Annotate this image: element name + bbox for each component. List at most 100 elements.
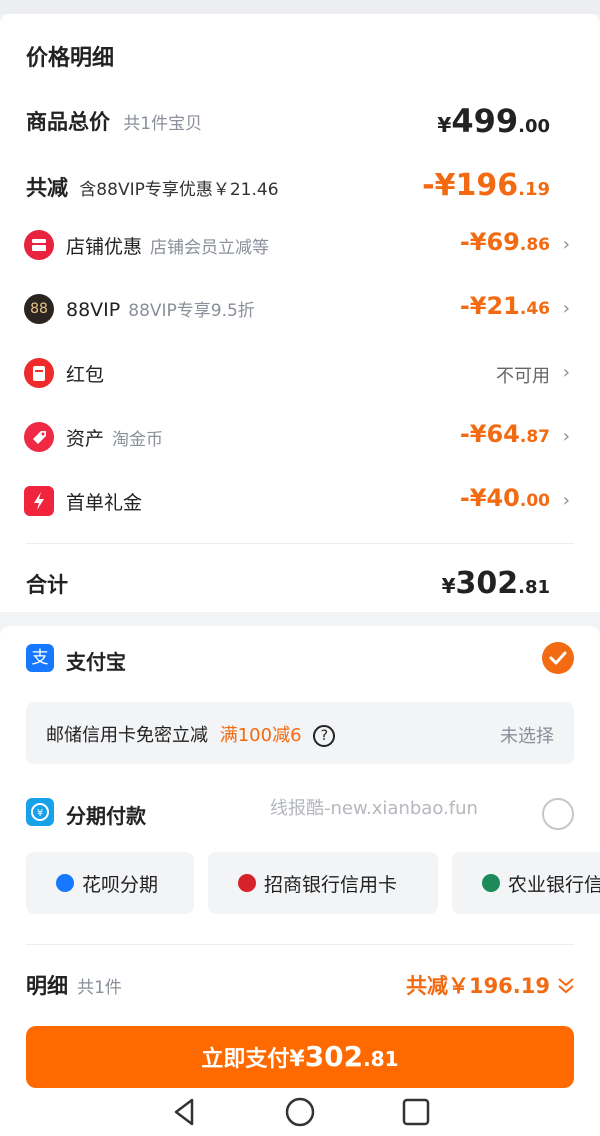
promo-highlight: 满100减6 — [219, 725, 302, 746]
goods-total-sub: 共1件宝贝 — [123, 114, 203, 134]
store-discount-int: -¥69 — [459, 228, 520, 256]
pay-now-button[interactable]: 立即支付¥302.81 — [26, 1026, 574, 1088]
promo-status[interactable]: 未选择 — [500, 722, 554, 748]
check-icon — [549, 651, 567, 665]
discount-row-first-order[interactable]: 首单礼金 -¥40.00 › — [0, 470, 600, 534]
divider — [26, 543, 574, 544]
red-packet-icon — [24, 358, 54, 388]
discount-total-int: -¥196 — [422, 168, 519, 203]
discount-row-assets[interactable]: 资产 淘金币 -¥64.87 › — [0, 406, 600, 470]
coin-tag-icon — [24, 422, 54, 452]
alipay-icon: 支 — [26, 644, 54, 672]
sum-amount: ¥302.81 — [442, 566, 550, 601]
first-order-amount: -¥40.00 — [460, 484, 550, 512]
chevron-right-icon: › — [562, 234, 570, 255]
divider — [26, 944, 574, 945]
detail-label: 明细 — [26, 974, 68, 998]
first-order-gift-icon — [24, 486, 54, 516]
discount-row-store[interactable]: 店铺优惠 店铺会员立减等 -¥69.86 › — [0, 214, 600, 278]
huabei-icon — [56, 874, 74, 892]
currency-symbol: ¥ — [437, 113, 452, 137]
installment-icon: ¥ — [26, 798, 54, 826]
installment-option-label: 花呗分期 — [82, 874, 159, 896]
system-nav-bar — [0, 1090, 600, 1136]
discount-row-label: 红包 — [66, 360, 104, 387]
pay-now-prefix: 立即支付¥ — [201, 1047, 305, 1072]
installment-option-label: 农业银行信 — [508, 874, 600, 896]
assets-sub: 淘金币 — [112, 430, 164, 450]
currency-symbol: ¥ — [441, 574, 456, 598]
discount-total-label: 共减 含88VIP专享优惠￥21.46 — [26, 172, 279, 202]
footer-discount-summary[interactable]: 共减￥196.19 — [406, 970, 550, 1000]
price-detail-card: 价格明细 商品总价 共1件宝贝 ¥499.00 共减 含88VIP专享优惠￥21… — [0, 14, 600, 612]
first-order-int: -¥40 — [459, 484, 520, 512]
promo-box[interactable]: 邮储信用卡免密立减 满100减6 ? 未选择 — [26, 702, 574, 764]
installment-label: 分期付款 — [66, 804, 146, 828]
goods-total-int: 499 — [451, 102, 519, 140]
vip-discount-amount: -¥21.46 — [460, 292, 550, 320]
installment-option-label: 招商银行信用卡 — [264, 874, 398, 896]
goods-total-dec: .00 — [518, 116, 550, 137]
installment-option-cmb[interactable]: 招商银行信用卡 — [208, 852, 438, 914]
svg-text:¥: ¥ — [37, 808, 43, 819]
chevron-right-icon: › — [562, 362, 570, 383]
chevron-right-icon: › — [562, 426, 570, 447]
discount-row-label: 店铺优惠 店铺会员立减等 — [66, 232, 269, 259]
vip-discount-label: 88VIP — [66, 299, 121, 321]
discount-total-title: 共减 — [26, 176, 68, 200]
discount-row-label: 首单礼金 — [66, 488, 142, 515]
pay-now-dec: .81 — [363, 1047, 399, 1071]
discount-row-88vip[interactable]: 88 88VIP 88VIP专享9.5折 -¥21.46 › — [0, 278, 600, 342]
first-order-dec: .00 — [519, 491, 550, 511]
goods-total-title: 商品总价 — [26, 110, 110, 134]
goods-total-amount: ¥499.00 — [437, 102, 550, 140]
vip88-icon: 88 — [24, 294, 54, 324]
discount-total-amount: -¥196.19 — [422, 168, 550, 203]
goods-total-label: 商品总价 共1件宝贝 — [26, 106, 202, 136]
discount-total-dec: .19 — [518, 179, 550, 200]
detail-count: 共1件 — [77, 978, 122, 998]
vip-discount-int: -¥21 — [459, 292, 520, 320]
home-icon[interactable] — [284, 1096, 316, 1128]
sum-label: 合计 — [26, 573, 68, 597]
footer-detail[interactable]: 明细 共1件 — [26, 970, 122, 1000]
vip-discount-sub: 88VIP专享9.5折 — [128, 301, 255, 321]
red-packet-status: 不可用 — [496, 366, 550, 387]
pay-now-int: 302 — [304, 1040, 364, 1073]
discount-row-red-packet[interactable]: 红包 不可用 › — [0, 342, 600, 406]
chevron-double-down-icon[interactable] — [556, 974, 576, 996]
abc-bank-icon — [482, 874, 500, 892]
store-discount-dec: .86 — [519, 235, 550, 255]
discount-row-label: 88VIP 88VIP专享9.5折 — [66, 296, 255, 321]
watermark-text: 线报酷-new.xianbao.fun — [270, 798, 478, 819]
discount-total-sub: 含88VIP专享优惠￥21.46 — [79, 180, 279, 200]
sum-dec: .81 — [518, 577, 550, 598]
promo-text-line: 邮储信用卡免密立减 满100减6 ? — [46, 721, 336, 747]
store-discount-sub: 店铺会员立减等 — [150, 238, 270, 258]
installment-option-abc[interactable]: 农业银行信 — [452, 852, 600, 914]
alipay-selected-check[interactable] — [542, 642, 574, 674]
store-discount-amount: -¥69.86 — [460, 228, 550, 256]
store-discount-label: 店铺优惠 — [66, 236, 143, 258]
assets-amount: -¥64.87 — [460, 420, 550, 448]
chevron-right-icon: › — [562, 490, 570, 511]
assets-dec: .87 — [519, 427, 550, 447]
red-packet-label: 红包 — [66, 364, 105, 386]
store-icon — [24, 230, 54, 260]
alipay-label: 支付宝 — [66, 650, 126, 674]
cmb-bank-icon — [238, 874, 256, 892]
vip-discount-dec: .46 — [519, 299, 550, 319]
assets-label: 资产 — [66, 428, 105, 450]
recents-icon[interactable] — [400, 1096, 432, 1128]
back-icon[interactable] — [170, 1096, 198, 1128]
discount-row-label: 资产 淘金币 — [66, 424, 163, 451]
promo-text: 邮储信用卡免密立减 — [46, 725, 208, 746]
first-order-label: 首单礼金 — [66, 492, 143, 514]
help-circle-icon[interactable]: ? — [313, 725, 336, 747]
installment-radio[interactable] — [542, 798, 574, 830]
price-detail-title: 价格明细 — [26, 46, 115, 71]
installment-option-huabei[interactable]: 花呗分期 — [26, 852, 194, 914]
sum-int: 302 — [455, 566, 519, 601]
top-strip — [0, 0, 600, 14]
chevron-right-icon: › — [562, 298, 570, 319]
